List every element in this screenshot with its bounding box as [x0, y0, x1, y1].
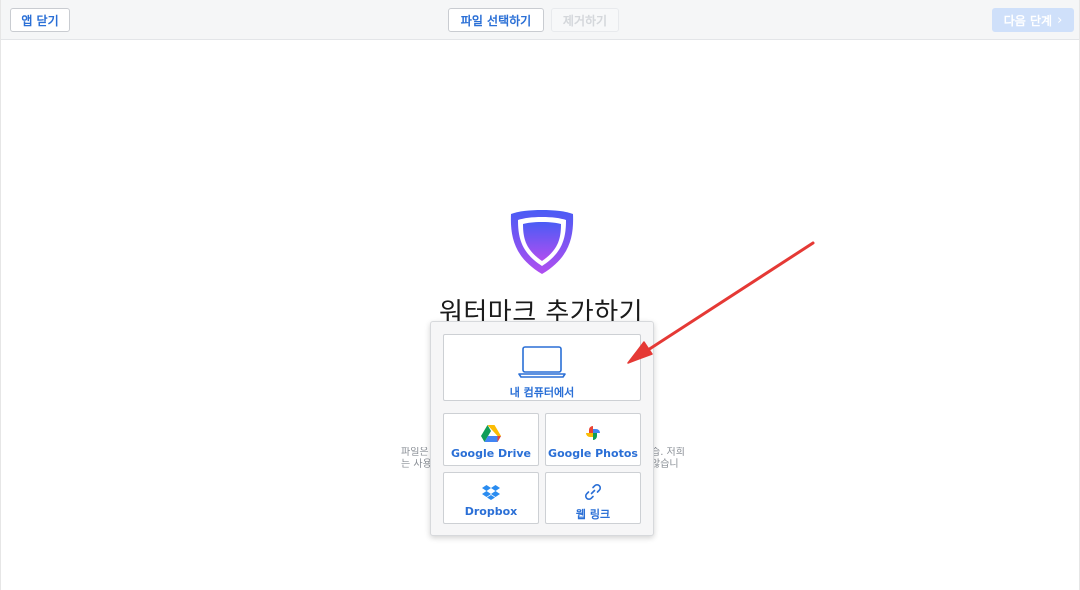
from-computer-label: 내 컴퓨터에서 — [509, 386, 575, 399]
chevron-right-icon: › — [1057, 12, 1063, 28]
google-photos-option[interactable]: Google Photos — [545, 413, 641, 466]
dropbox-option[interactable]: Dropbox — [443, 472, 539, 524]
google-drive-option[interactable]: Google Drive — [443, 413, 539, 466]
google-drive-icon — [481, 425, 501, 442]
web-link-label: 웹 링크 — [575, 508, 611, 521]
google-photos-label: Google Photos — [548, 447, 638, 460]
info-text-right: 습. 저희 않습니 — [651, 447, 685, 471]
google-photos-icon — [586, 426, 600, 440]
dropbox-label: Dropbox — [464, 505, 518, 518]
link-icon — [584, 483, 602, 501]
choose-file-button[interactable]: 파일 선택하기 — [448, 8, 544, 32]
dropbox-icon — [482, 485, 500, 500]
laptop-icon — [518, 346, 566, 378]
shield-logo-icon — [510, 210, 574, 274]
remove-button[interactable]: 제거하기 — [551, 8, 619, 32]
next-step-button[interactable]: 다음 단계 › — [992, 8, 1074, 32]
info-text-right-line2: 않습니 — [651, 459, 679, 470]
google-drive-label: Google Drive — [450, 447, 532, 460]
from-computer-option[interactable]: 내 컴퓨터에서 — [443, 334, 641, 401]
red-arrow-icon — [627, 241, 815, 364]
info-text-right-line1: 습. 저희 — [651, 447, 685, 458]
next-step-label: 다음 단계 — [1003, 13, 1053, 28]
close-app-button[interactable]: 앱 닫기 — [10, 8, 70, 32]
web-link-option[interactable]: 웹 링크 — [545, 472, 641, 524]
app-window: 앱 닫기 파일 선택하기 제거하기 다음 단계 › 워터마크 추가하기 파일은 … — [0, 0, 1080, 590]
top-toolbar: 앱 닫기 파일 선택하기 제거하기 다음 단계 › — [1, 0, 1079, 40]
